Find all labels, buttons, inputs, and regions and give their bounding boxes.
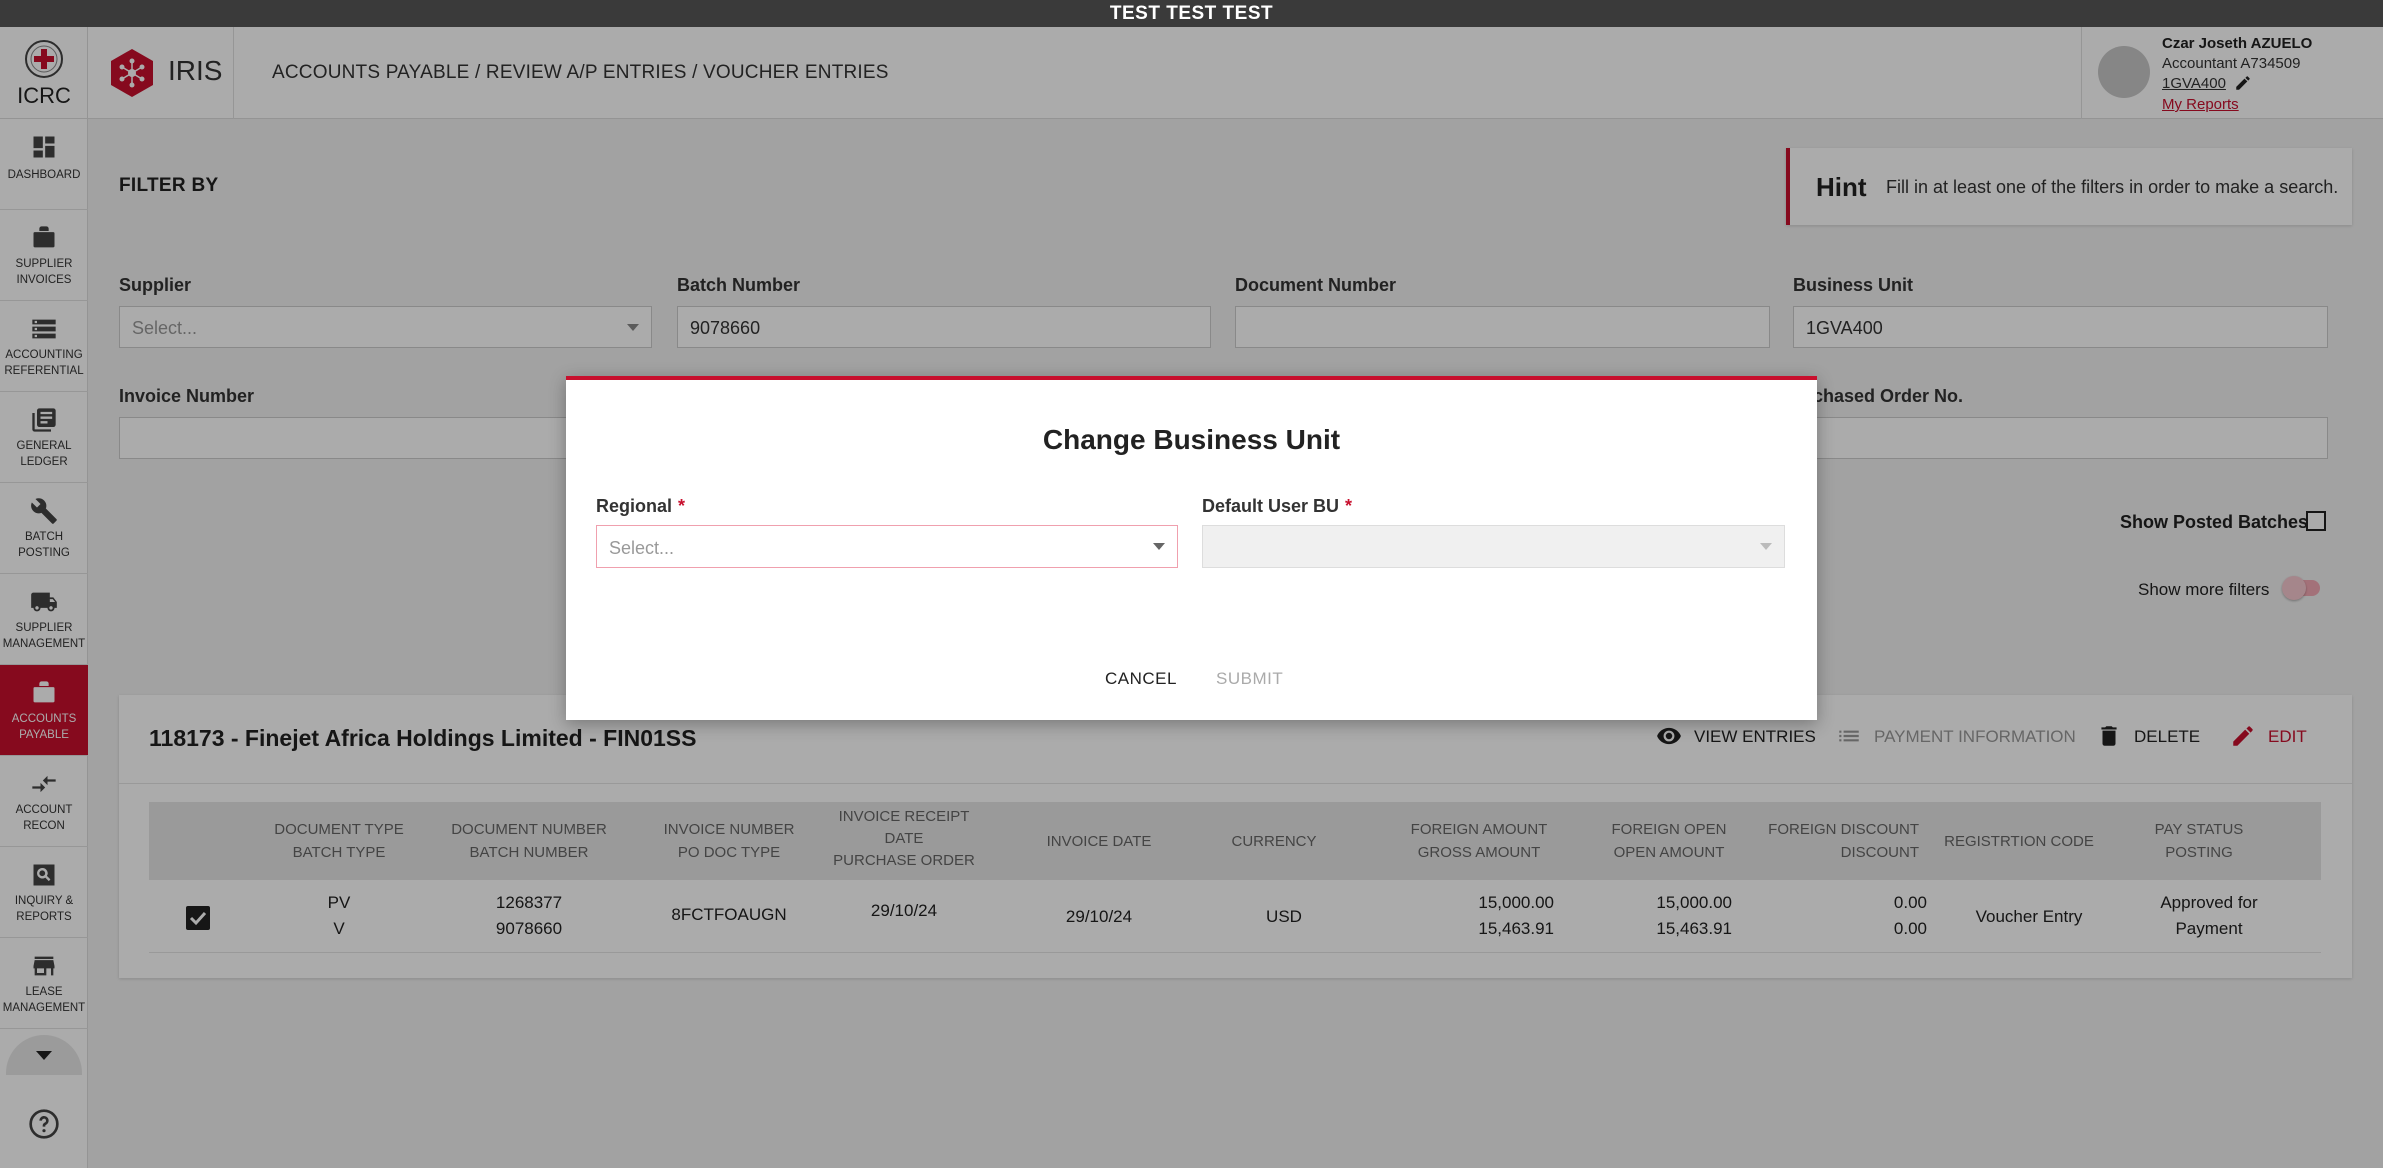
- submit-button[interactable]: SUBMIT: [1216, 669, 1283, 689]
- chevron-down-icon: [1153, 543, 1165, 550]
- regional-label: Regional *: [596, 496, 685, 517]
- regional-placeholder: Select...: [609, 538, 675, 558]
- default-user-bu-label-text: Default User BU: [1202, 496, 1340, 516]
- regional-select[interactable]: Select...: [596, 525, 1178, 568]
- change-business-unit-dialog: Change Business Unit Regional * Select...…: [566, 376, 1817, 720]
- required-asterisk: *: [1345, 496, 1353, 516]
- default-user-bu-label: Default User BU *: [1202, 496, 1352, 517]
- chevron-down-icon: [1760, 543, 1772, 550]
- cancel-button[interactable]: CANCEL: [1105, 669, 1177, 689]
- required-asterisk: *: [678, 496, 686, 516]
- regional-label-text: Regional: [596, 496, 673, 516]
- dialog-title: Change Business Unit: [1042, 424, 1341, 455]
- default-user-bu-select[interactable]: [1202, 525, 1785, 568]
- environment-banner: TEST TEST TEST: [0, 0, 2383, 27]
